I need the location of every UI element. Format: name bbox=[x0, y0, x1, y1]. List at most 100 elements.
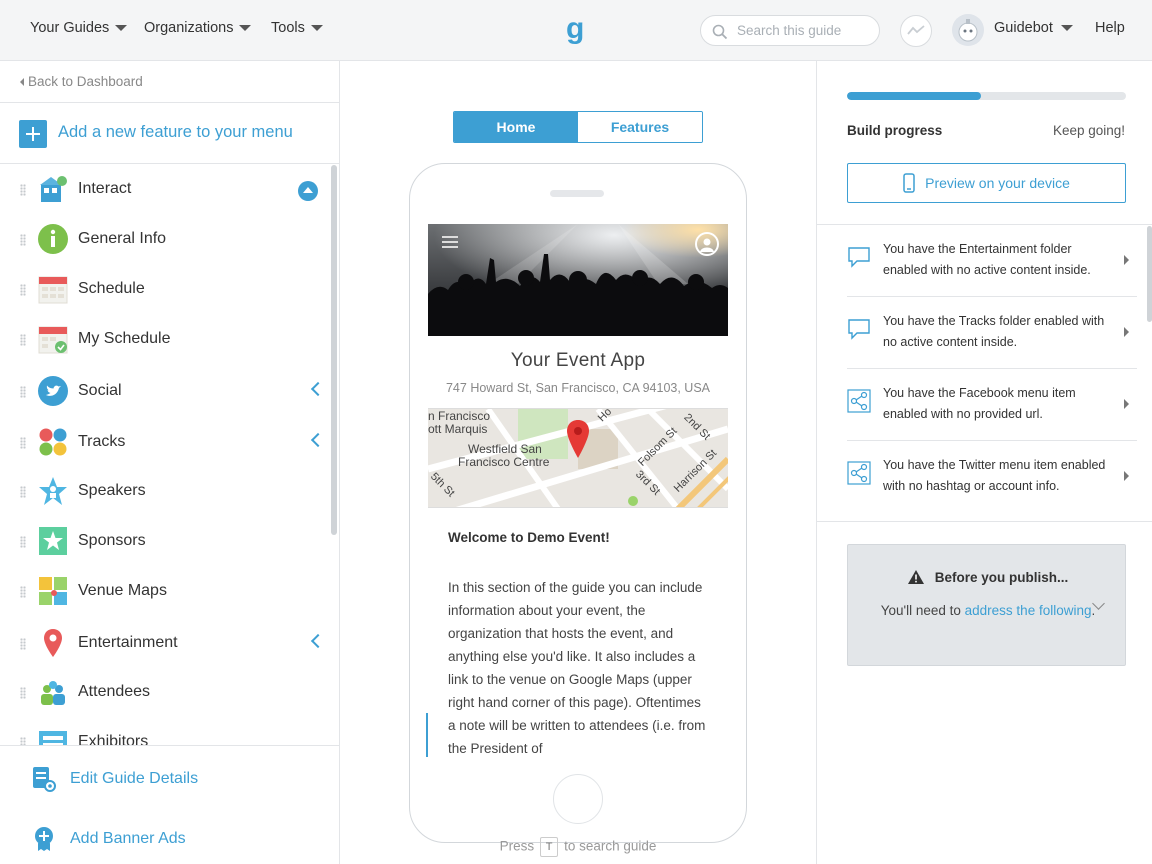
hotkey-badge: T bbox=[540, 837, 559, 857]
search-input[interactable] bbox=[737, 23, 867, 38]
hint-text: to search guide bbox=[564, 838, 657, 854]
sidebar-item-sponsors[interactable]: Sponsors bbox=[0, 517, 330, 567]
alert-item[interactable]: You have the Tracks folder enabled with … bbox=[847, 297, 1137, 369]
user-menu[interactable]: Guidebot bbox=[994, 20, 1073, 36]
publish-warning-title: Before you publish... bbox=[848, 569, 1127, 585]
sidebar-item-my-schedule[interactable]: My Schedule bbox=[0, 315, 330, 365]
before-publish-box[interactable]: Before you publish... You'll need to add… bbox=[847, 544, 1126, 666]
app-title: Your Event App bbox=[510, 350, 646, 371]
sidebar-item-social[interactable]: Social bbox=[0, 367, 330, 417]
sidebar-scrollbar[interactable] bbox=[331, 165, 337, 535]
drag-handle-icon[interactable] bbox=[20, 334, 26, 346]
sidebar-item-tracks[interactable]: Tracks bbox=[0, 418, 330, 468]
feature-menu-list: Interact General Info Schedule My Schedu… bbox=[0, 165, 330, 746]
publish-body-text: You'll need to bbox=[880, 603, 961, 618]
address-following-link[interactable]: address the following bbox=[965, 603, 1092, 618]
chevron-left-icon[interactable] bbox=[310, 381, 326, 397]
collapse-up-icon[interactable] bbox=[298, 181, 318, 201]
drag-handle-icon[interactable] bbox=[20, 638, 26, 650]
alert-item[interactable]: You have the Entertainment folder enable… bbox=[847, 225, 1137, 297]
sidebar-item-general-info[interactable]: General Info bbox=[0, 215, 330, 265]
event-hero-image bbox=[428, 224, 728, 336]
sidebar-item-label: Interact bbox=[78, 180, 132, 197]
sidebar-item-label: Sponsors bbox=[78, 532, 146, 549]
add-feature-label: Add a new feature to your menu bbox=[58, 123, 293, 141]
drag-handle-icon[interactable] bbox=[20, 284, 26, 296]
sidebar-item-attendees[interactable]: Attendees bbox=[0, 668, 330, 718]
chevron-left-icon[interactable] bbox=[310, 432, 326, 448]
build-status: Keep going! bbox=[1052, 123, 1125, 138]
chat-bubble-icon bbox=[848, 247, 870, 268]
tools-menu[interactable]: Tools bbox=[271, 20, 323, 36]
drag-handle-icon[interactable] bbox=[20, 687, 26, 699]
chevron-left-icon[interactable] bbox=[310, 633, 326, 649]
phone-frame: Your Event App 747 Howard St, San Franci… bbox=[409, 163, 747, 843]
add-feature-button[interactable]: Add a new feature to your menu bbox=[0, 102, 339, 164]
publish-body: You'll need to address the following. bbox=[878, 599, 1098, 622]
sidebar-bottom-actions: Edit Guide Details Add Banner Ads bbox=[0, 745, 339, 864]
caret-down-icon bbox=[115, 25, 128, 31]
tab-features[interactable]: Features bbox=[578, 112, 702, 142]
avatar[interactable] bbox=[952, 14, 984, 46]
exhibitor-icon bbox=[39, 731, 67, 746]
view-toggle: Home Features bbox=[453, 111, 703, 143]
sidebar-item-exhibitors[interactable]: Exhibitors bbox=[0, 718, 330, 746]
your-guides-menu[interactable]: Your Guides bbox=[30, 20, 128, 36]
tracks-icon bbox=[39, 428, 67, 456]
alerts-scrollbar[interactable] bbox=[1147, 226, 1152, 322]
hint-text: Press bbox=[499, 838, 535, 854]
organizations-menu[interactable]: Organizations bbox=[144, 20, 252, 36]
pin-icon bbox=[44, 629, 62, 657]
map-label: n Francisco bbox=[428, 409, 491, 423]
drag-handle-icon[interactable] bbox=[20, 184, 26, 196]
your-guides-label: Your Guides bbox=[30, 20, 110, 36]
help-link[interactable]: Help bbox=[1095, 20, 1125, 36]
guidebook-logo[interactable]: g bbox=[565, 12, 589, 46]
info-icon bbox=[38, 224, 68, 254]
build-progress-label: Build progress bbox=[847, 123, 943, 138]
drag-handle-icon[interactable] bbox=[20, 536, 26, 548]
add-banner-icon bbox=[35, 827, 53, 851]
twitter-icon bbox=[38, 376, 68, 406]
map-label: Francisco Centre bbox=[458, 455, 550, 469]
preview-on-device-button[interactable]: Preview on your device bbox=[847, 163, 1126, 203]
drag-handle-icon[interactable] bbox=[20, 486, 26, 498]
build-panel: Build progress Keep going! Preview on yo… bbox=[816, 61, 1152, 864]
sidebar-item-label: Attendees bbox=[78, 683, 151, 700]
edit-details-icon bbox=[33, 767, 56, 792]
hamburger-menu-icon[interactable] bbox=[442, 236, 458, 248]
alert-item[interactable]: You have the Twitter menu item enabled w… bbox=[847, 441, 1137, 521]
sidebar-item-speakers[interactable]: Speakers bbox=[0, 467, 330, 517]
drag-handle-icon[interactable] bbox=[20, 437, 26, 449]
sidebar-item-interact[interactable]: Interact bbox=[0, 165, 330, 215]
venue-map[interactable]: n Francisco ott Marquis Westfield San Fr… bbox=[428, 408, 728, 508]
sidebar-item-entertainment[interactable]: Entertainment bbox=[0, 619, 330, 669]
people-icon bbox=[41, 681, 65, 705]
edit-details-label: Edit Guide Details bbox=[70, 770, 199, 787]
sidebar-item-label: Entertainment bbox=[78, 634, 178, 651]
search-box[interactable] bbox=[700, 15, 880, 46]
calendar-icon bbox=[38, 276, 68, 304]
sidebar-item-label: Schedule bbox=[78, 280, 145, 297]
drag-handle-icon[interactable] bbox=[20, 386, 26, 398]
caret-right-icon bbox=[1124, 471, 1129, 481]
caret-down-icon bbox=[310, 25, 323, 31]
tab-home[interactable]: Home bbox=[454, 112, 578, 142]
sidebar-item-schedule[interactable]: Schedule bbox=[0, 265, 330, 315]
share-icon bbox=[847, 389, 871, 413]
add-banner-ads-button[interactable]: Add Banner Ads bbox=[32, 826, 186, 852]
activity-button[interactable] bbox=[900, 15, 932, 47]
edit-guide-details-button[interactable]: Edit Guide Details bbox=[32, 766, 198, 792]
caret-right-icon bbox=[1124, 399, 1129, 409]
caret-down-icon bbox=[1060, 25, 1073, 31]
publish-title-text: Before you publish... bbox=[934, 569, 1069, 585]
alerts-list: You have the Entertainment folder enable… bbox=[817, 224, 1152, 522]
drag-handle-icon[interactable] bbox=[20, 586, 26, 598]
profile-icon[interactable] bbox=[695, 232, 719, 256]
back-label: Back to Dashboard bbox=[28, 74, 143, 89]
back-to-dashboard-link[interactable]: Back to Dashboard bbox=[20, 74, 143, 89]
alert-item[interactable]: You have the Facebook menu item enabled … bbox=[847, 369, 1137, 441]
drag-handle-icon[interactable] bbox=[20, 234, 26, 246]
sidebar-item-venue-maps[interactable]: Venue Maps bbox=[0, 567, 330, 617]
phone-screen[interactable]: Your Event App 747 Howard St, San Franci… bbox=[428, 224, 728, 757]
